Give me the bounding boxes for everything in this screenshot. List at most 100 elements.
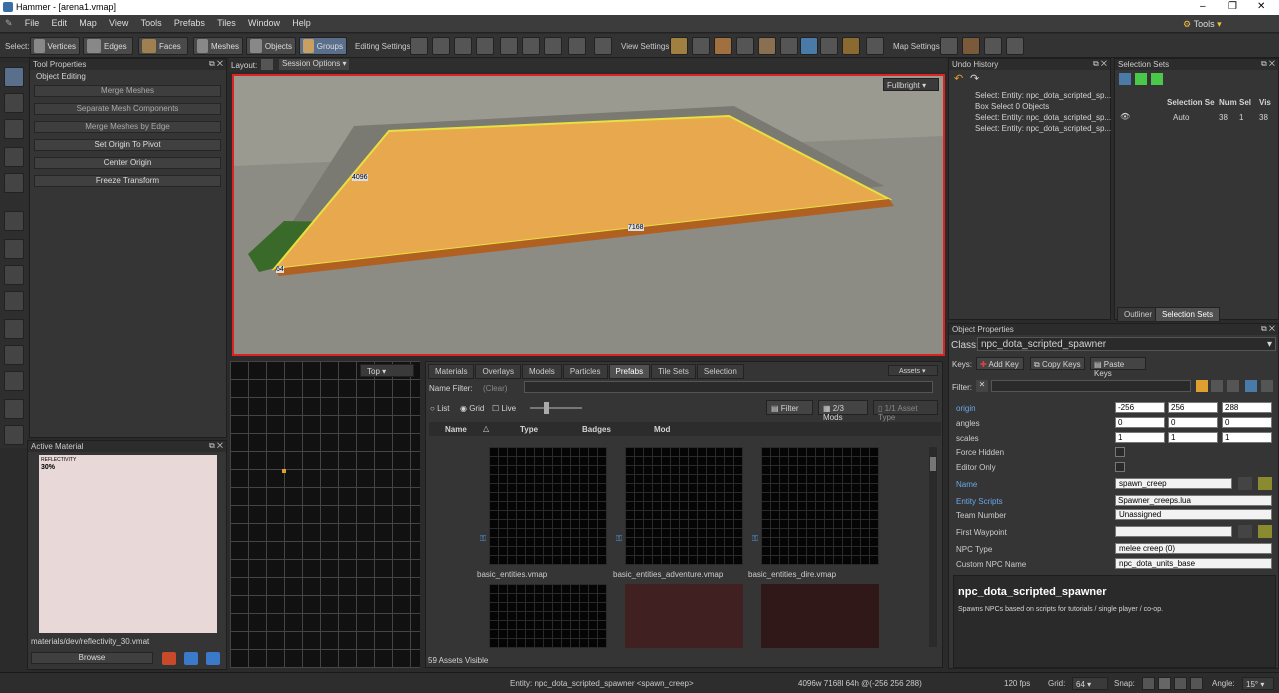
camera-icon[interactable]	[568, 37, 586, 55]
split-tool-icon[interactable]	[4, 399, 24, 419]
add-key-button[interactable]: ✚ Add Key	[976, 357, 1024, 370]
angles-pitch-input[interactable]: 0	[1115, 417, 1165, 428]
tab-models[interactable]: Models	[522, 364, 562, 379]
scale-z-input[interactable]: 1	[1222, 432, 1272, 443]
sort-icon[interactable]: △	[483, 424, 489, 433]
block-tool-icon[interactable]	[4, 239, 24, 259]
close-window-button[interactable]: ✕	[1257, 1, 1265, 12]
map-nav-icon[interactable]	[1006, 37, 1024, 55]
close-icon[interactable]: ⧉ ✕	[1261, 324, 1275, 334]
menu-prefabs[interactable]: Prefabs	[169, 15, 210, 31]
col-type[interactable]: Type	[520, 425, 538, 434]
clip-tool-icon[interactable]	[4, 265, 24, 285]
angles-roll-input[interactable]: 0	[1222, 417, 1272, 428]
pick-name-icon[interactable]	[1258, 477, 1272, 490]
scripts-input[interactable]: Spawner_creeps.lua	[1115, 495, 1272, 506]
npc-type-select[interactable]: melee creep (0)	[1115, 543, 1272, 554]
show-tile-grid-icon[interactable]	[842, 37, 860, 55]
origin-z-input[interactable]: 288	[1222, 402, 1272, 413]
edit-name-icon[interactable]	[1238, 477, 1252, 490]
local-space-icon[interactable]	[432, 37, 450, 55]
pick-waypoint-icon[interactable]	[1258, 525, 1272, 538]
tab-selection-sets[interactable]: Selection Sets	[1155, 307, 1221, 322]
material-dropdown-icon[interactable]	[206, 652, 220, 665]
undo-icon[interactable]: ↶	[954, 72, 963, 85]
show-models-icon[interactable]	[692, 37, 710, 55]
asset-type-button[interactable]: ▯ 1/1 Asset Type	[873, 400, 938, 422]
asset-scrollbar[interactable]	[929, 447, 937, 647]
clear-filter-button[interactable]: (Clear)	[483, 384, 507, 393]
tile-tool-icon[interactable]	[4, 319, 24, 339]
waypoint-select[interactable]	[1115, 526, 1232, 537]
close-icon[interactable]: ⧉ ✕	[1261, 59, 1275, 69]
menu-window[interactable]: Window	[243, 15, 285, 31]
gamepad-icon[interactable]	[594, 37, 612, 55]
tab-prefabs[interactable]: Prefabs	[608, 364, 651, 379]
render-mode-dropdown[interactable]: Fullbright ▾	[883, 78, 939, 91]
material-preview[interactable]: REFLECTIVITY 30%	[39, 455, 217, 633]
asset-thumb[interactable]	[489, 584, 607, 648]
bounding-box-icon[interactable]	[476, 37, 494, 55]
tab-materials[interactable]: Materials	[428, 364, 475, 379]
menu-tools[interactable]: Tools	[136, 15, 167, 31]
freeze-transform-button[interactable]: Freeze Transform	[34, 175, 221, 187]
close-icon[interactable]: ⧉ ✕	[209, 59, 223, 69]
view2d-dropdown[interactable]: Top ▾	[360, 364, 414, 377]
paint-tool-icon[interactable]	[4, 345, 24, 365]
entity-tool-icon[interactable]	[4, 211, 24, 231]
scale-x-input[interactable]: 1	[1115, 432, 1165, 443]
mods-button[interactable]: ▦ 2/3 Mods	[818, 400, 868, 422]
add-selection-icon[interactable]	[1135, 73, 1147, 85]
snap-pivot-icon[interactable]	[410, 37, 428, 55]
show-overlays-icon[interactable]	[780, 37, 798, 55]
translate-tool-icon[interactable]	[4, 93, 24, 113]
copy-keys-button[interactable]: ⧉ Copy Keys	[1030, 357, 1085, 370]
merge-meshes-button[interactable]: Merge Meshes	[34, 85, 221, 97]
material-apply-icon[interactable]	[184, 652, 198, 665]
tab-tile-sets[interactable]: Tile Sets	[651, 364, 696, 379]
scale-y-input[interactable]: 1	[1168, 432, 1218, 443]
sort-view-icon[interactable]	[1211, 380, 1223, 392]
team-select[interactable]: Unassigned	[1115, 509, 1272, 520]
tab-selection[interactable]: Selection	[696, 364, 744, 379]
redo-icon[interactable]: ↷	[970, 72, 979, 85]
list-view-icon[interactable]	[1196, 380, 1208, 392]
undo-item[interactable]: Select: Entity: npc_dota_scripted_sp...	[975, 124, 1111, 133]
assets-dropdown[interactable]: Assets ▾	[888, 365, 938, 376]
col-badges[interactable]: Badges	[582, 425, 611, 434]
grid-size-select[interactable]: 64 ▾	[1072, 677, 1108, 690]
tab-outliner[interactable]: Outliner	[1117, 307, 1160, 322]
merge-meshes-by-edge-button[interactable]: Merge Meshes by Edge	[34, 121, 221, 133]
menu-help[interactable]: Help	[287, 15, 316, 31]
undo-item[interactable]: Box Select 0 Objects	[975, 102, 1049, 111]
select-through-icon[interactable]	[500, 37, 518, 55]
custom-npc-select[interactable]: npc_dota_units_base	[1115, 558, 1272, 569]
select-tool-icon[interactable]	[4, 67, 24, 87]
maximize-button[interactable]: ❐	[1228, 1, 1237, 12]
map-hatch-icon[interactable]	[962, 37, 980, 55]
name-select[interactable]: spawn_creep	[1115, 478, 1232, 489]
snap-angle-icon[interactable]	[1190, 677, 1203, 690]
close-icon[interactable]: ⧉ ✕	[1093, 59, 1107, 69]
overlay-tool-icon[interactable]	[4, 371, 24, 391]
select-backfaces-icon[interactable]	[522, 37, 540, 55]
tools-menu-button[interactable]: ⚙ Tools ▾	[1178, 16, 1227, 33]
list-radio[interactable]: ○ List	[430, 404, 450, 413]
separate-mesh-components-button[interactable]: Separate Mesh Components	[34, 103, 221, 115]
menu-view[interactable]: View	[104, 15, 133, 31]
set-name[interactable]: Auto	[1173, 113, 1189, 122]
tab-overlays[interactable]: Overlays	[475, 364, 522, 379]
rotate-tool-icon[interactable]	[4, 119, 24, 139]
close-icon[interactable]: ⧉ ✕	[209, 441, 223, 451]
force-hidden-checkbox[interactable]	[1115, 447, 1125, 457]
menu-file[interactable]: File	[20, 15, 45, 31]
snap-grid-icon[interactable]	[454, 37, 472, 55]
snap-grid-icon[interactable]	[1142, 677, 1155, 690]
layout-grid-icon[interactable]	[261, 59, 273, 70]
name-filter-input[interactable]	[524, 381, 933, 393]
center-origin-button[interactable]: Center Origin	[34, 157, 221, 169]
scrollbar-thumb[interactable]	[930, 457, 936, 471]
snap-vertex-icon[interactable]	[1158, 677, 1171, 690]
map-building-icon[interactable]	[940, 37, 958, 55]
viewport-3d[interactable]: 4096 7168 64 Fullbright ▾	[232, 74, 945, 356]
